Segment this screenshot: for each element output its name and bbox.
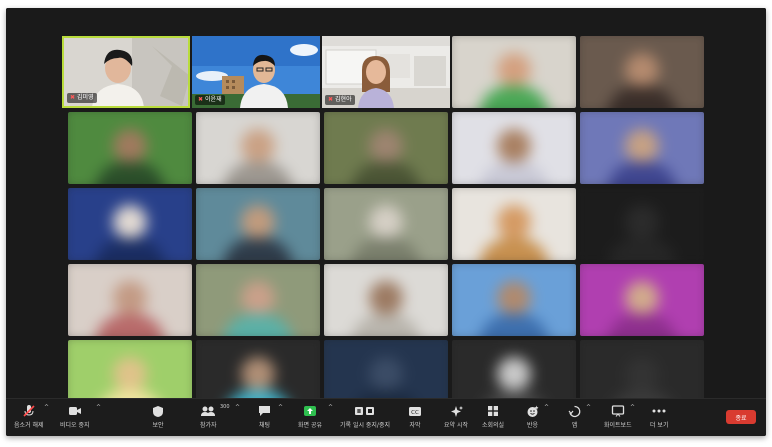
pause-stop-recording-icon [354, 403, 376, 419]
participant-name: 김현아 [335, 96, 352, 103]
video-tile[interactable] [68, 188, 192, 260]
video-tile[interactable] [580, 188, 704, 260]
shield-icon [152, 403, 164, 419]
apps-icon [568, 403, 581, 419]
whiteboard-button[interactable]: 화이트보드 [604, 403, 632, 433]
participant-name: 이윤재 [205, 96, 222, 103]
video-tile[interactable] [68, 112, 192, 184]
share-screen-button[interactable]: 화면 공유 [298, 403, 322, 433]
video-tile[interactable] [324, 264, 448, 336]
video-tile[interactable] [324, 112, 448, 184]
video-tile[interactable] [580, 264, 704, 336]
video-tile[interactable] [452, 36, 576, 108]
video-tile[interactable] [324, 188, 448, 260]
participant-name-tag: ✖ 김미영 [67, 93, 97, 103]
video-tile[interactable] [196, 264, 320, 336]
muted-mic-icon: ✖ [328, 96, 334, 103]
stop-video-label: 비디오 중지 [60, 422, 90, 429]
chat-icon [258, 403, 271, 419]
apps-button[interactable]: 앱 [568, 403, 581, 433]
start-summary-label: 요약 시작 [444, 422, 468, 429]
start-summary-button[interactable]: 요약 시작 [444, 403, 468, 433]
participants-label: 참가자 [200, 422, 217, 429]
unmute-label: 음소거 해제 [14, 422, 44, 429]
apps-label: 앱 [571, 422, 578, 429]
captions-label: 자막 [409, 422, 421, 429]
video-tile-featured-2[interactable]: ✖ 이윤재 [192, 36, 320, 108]
chat-label: 채팅 [258, 422, 271, 429]
participant-name: 김미영 [77, 94, 94, 101]
audio-options-chevron-icon[interactable]: ^ [44, 404, 49, 411]
svg-text:CC: CC [411, 410, 419, 416]
video-tile[interactable] [452, 264, 576, 336]
whiteboard-chevron-icon[interactable]: ^ [630, 404, 635, 411]
breakout-rooms-button[interactable]: 소회의실 [482, 403, 504, 433]
video-tile-featured-1[interactable]: ✖ 김미영 [62, 36, 190, 108]
video-tile[interactable] [196, 112, 320, 184]
end-meeting-button[interactable]: 종료 [726, 410, 756, 424]
chat-button[interactable]: 채팅 [258, 403, 271, 433]
participant-name-tag: ✖ 김현아 [325, 95, 355, 105]
video-tile[interactable] [580, 112, 704, 184]
video-tile[interactable] [580, 36, 704, 108]
participants-icon [200, 403, 216, 419]
chat-chevron-icon[interactable]: ^ [278, 404, 283, 411]
participants-count: 300 [220, 404, 230, 410]
participants-chevron-icon[interactable]: ^ [235, 404, 240, 411]
video-tile[interactable] [452, 188, 576, 260]
sparkle-icon [450, 403, 463, 419]
reactions-label: 반응 [526, 422, 539, 429]
meeting-toolbar: 음소거 해제 ^ 비디오 중지 ^ 보안 참가자 300 ^ 채팅 ^ 화면 공… [6, 398, 766, 436]
more-button[interactable]: 더 보기 [650, 403, 668, 433]
reactions-chevron-icon[interactable]: ^ [544, 404, 549, 411]
stop-video-button[interactable]: 비디오 중지 [60, 403, 90, 433]
end-meeting-label: 종료 [735, 414, 747, 422]
whiteboard-label: 화이트보드 [604, 422, 632, 429]
mic-muted-icon [22, 403, 36, 419]
share-screen-label: 화면 공유 [298, 422, 322, 429]
whiteboard-icon [611, 403, 625, 419]
muted-mic-icon: ✖ [198, 96, 204, 103]
video-options-chevron-icon[interactable]: ^ [96, 404, 101, 411]
record-label: 기록 일시 중지/중지 [340, 422, 390, 429]
breakout-rooms-icon [487, 403, 499, 419]
participant-name-tag: ✖ 이윤재 [195, 95, 225, 105]
muted-mic-icon: ✖ [70, 94, 76, 101]
video-tile[interactable] [68, 264, 192, 336]
more-dots-icon [652, 403, 666, 419]
apps-chevron-icon[interactable]: ^ [586, 404, 591, 411]
security-button[interactable]: 보안 [152, 403, 164, 433]
more-label: 더 보기 [650, 422, 669, 429]
camera-icon [68, 403, 82, 419]
breakout-rooms-label: 소회의실 [482, 422, 505, 429]
video-tile[interactable] [452, 112, 576, 184]
meeting-window: ✖ 김미영 ✖ 이윤재 ✖ 김현아 음소거 해제 ^ 비디오 중지 ^ 보안 참… [6, 8, 766, 436]
record-button[interactable]: 기록 일시 중지/중지 [340, 403, 390, 433]
smiley-icon [526, 403, 539, 419]
share-chevron-icon[interactable]: ^ [328, 404, 333, 411]
reactions-button[interactable]: 반응 [526, 403, 539, 433]
share-screen-icon [303, 403, 317, 419]
captions-button[interactable]: CC 자막 [408, 403, 422, 433]
video-tile[interactable] [196, 188, 320, 260]
unmute-button[interactable]: 음소거 해제 [14, 403, 44, 433]
video-tile-featured-3[interactable]: ✖ 김현아 [322, 36, 450, 108]
participants-button[interactable]: 참가자 [200, 403, 217, 433]
security-label: 보안 [152, 422, 164, 429]
gallery-view: ✖ 김미영 ✖ 이윤재 ✖ 김현아 [6, 8, 766, 412]
cc-icon: CC [408, 403, 422, 419]
